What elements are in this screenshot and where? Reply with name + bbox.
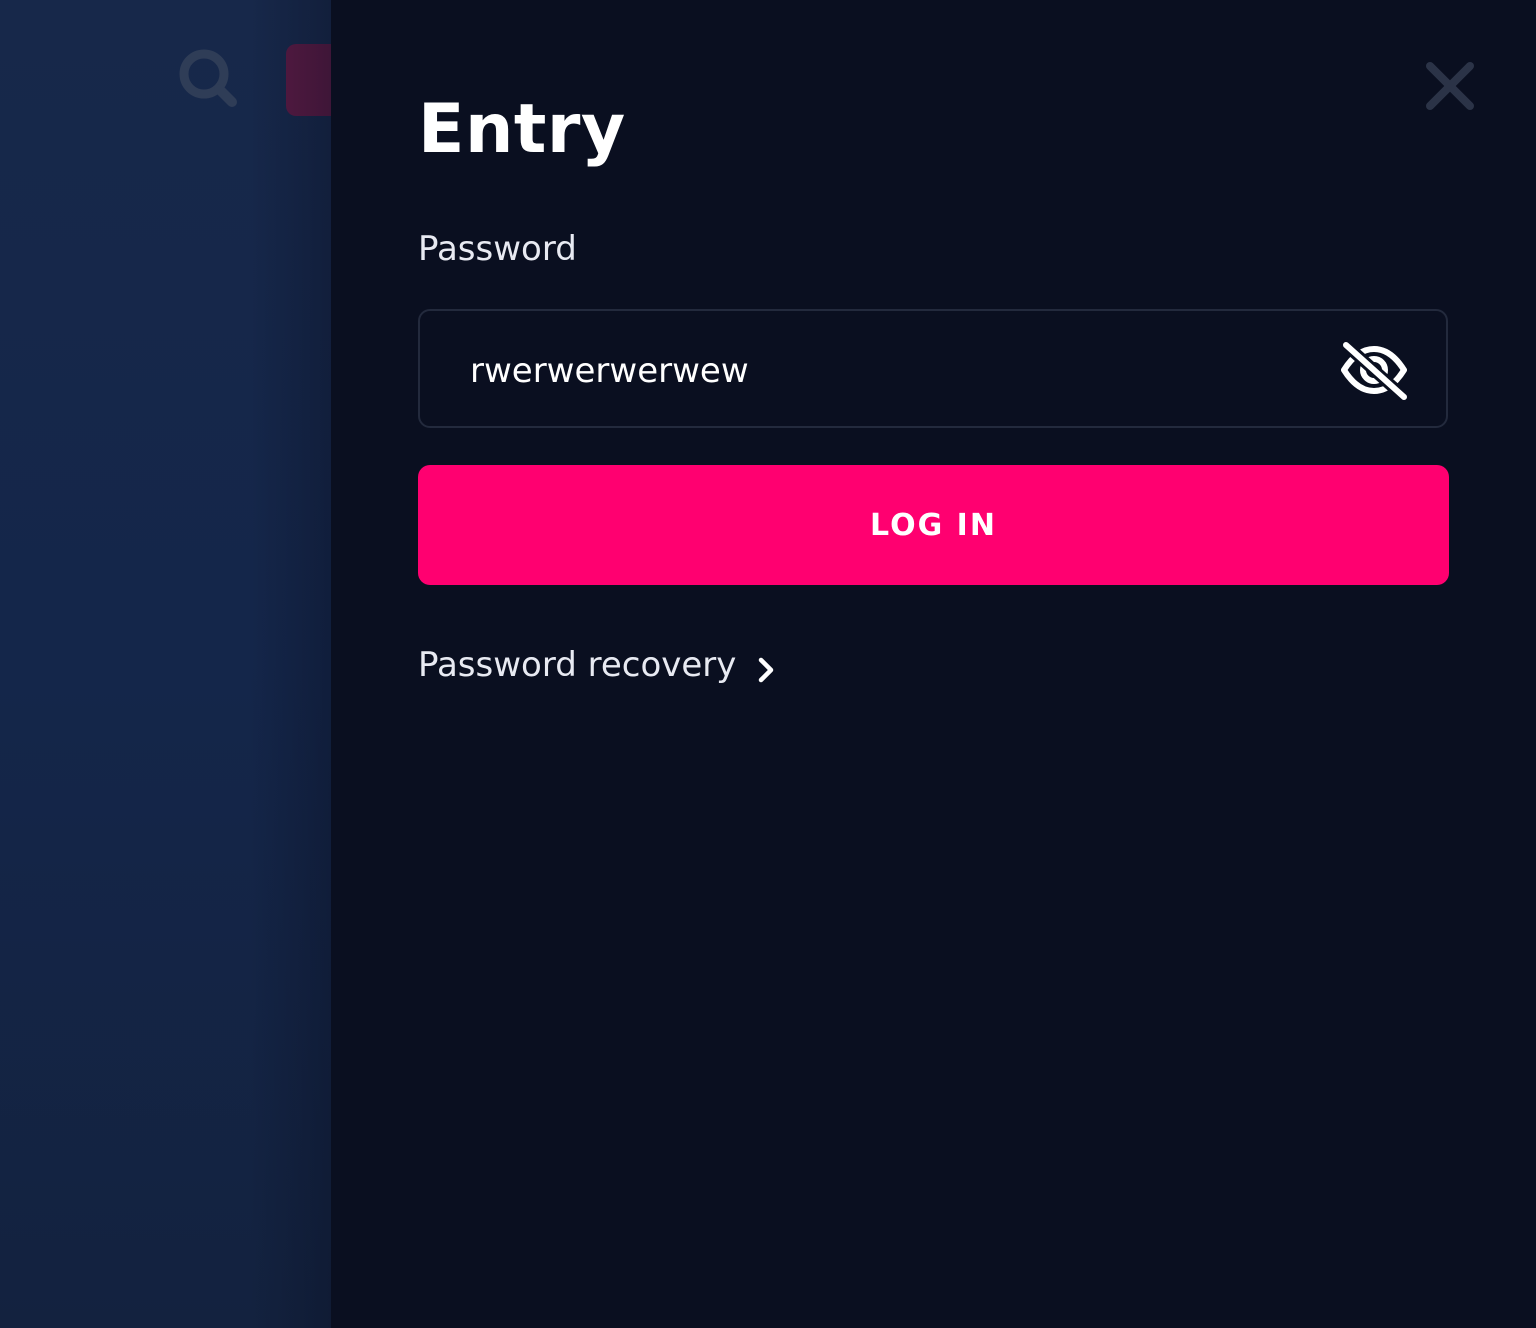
eye-off-icon[interactable] — [1338, 339, 1410, 403]
modal-title: Entry — [418, 90, 626, 169]
panel-shadow — [250, 0, 332, 1328]
password-field[interactable] — [418, 309, 1448, 428]
password-recovery-label: Password recovery — [418, 645, 737, 685]
login-button[interactable]: LOG IN — [418, 465, 1449, 585]
password-input[interactable] — [470, 347, 1290, 395]
chevron-right-icon — [756, 652, 776, 683]
password-recovery-link[interactable]: Password recovery — [418, 642, 776, 688]
close-icon[interactable] — [1422, 58, 1478, 114]
search-icon[interactable] — [176, 46, 240, 110]
password-label: Password — [418, 229, 577, 269]
